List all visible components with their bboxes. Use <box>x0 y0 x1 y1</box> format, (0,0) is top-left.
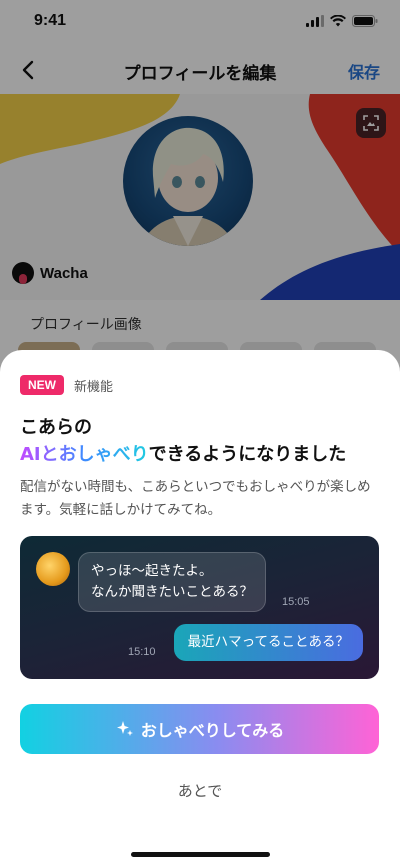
headline-line2: AIとおしゃべりできるようになりました <box>20 441 346 468</box>
new-feature-label: 新機能 <box>74 379 114 395</box>
incoming-time: 15:05 <box>282 596 310 608</box>
headline-highlight: AIとおしゃべり <box>20 444 149 465</box>
start-chat-label: おしゃべりしてみる <box>140 721 285 740</box>
later-button[interactable]: あとで <box>0 780 400 801</box>
home-indicator <box>131 852 270 857</box>
incoming-line: やっほ〜起きたよ。 <box>91 563 213 579</box>
start-chat-button[interactable]: おしゃべりしてみる <box>20 704 379 754</box>
headline-line1: こあらの <box>20 417 92 438</box>
incoming-bubble: やっほ〜起きたよ。 なんか聞きたいことある？ <box>78 552 266 612</box>
incoming-line: なんか聞きたいことある？ <box>91 584 253 600</box>
sheet-description: 配信がない時間も、こあらといつでもおしゃべりが楽しめます。気軽に話しかけてみてね… <box>20 479 371 518</box>
outgoing-time: 15:10 <box>128 646 156 658</box>
sheet-headline: こあらの AIとおしゃべりできるようになりました <box>20 414 346 468</box>
feature-bottom-sheet: NEW 新機能 こあらの AIとおしゃべりできるようになりました 配信がない時間… <box>0 350 400 866</box>
chat-preview: やっほ〜起きたよ。 なんか聞きたいことある？ 15:05 最近ハマってることある… <box>20 536 379 679</box>
outgoing-bubble: 最近ハマってることある？ <box>173 624 363 661</box>
sparkle-icon <box>116 721 133 736</box>
new-feature-row: NEW 新機能 <box>20 375 113 395</box>
new-badge: NEW <box>20 375 64 395</box>
headline-rest: できるようになりました <box>148 444 347 465</box>
bot-avatar <box>36 552 70 586</box>
